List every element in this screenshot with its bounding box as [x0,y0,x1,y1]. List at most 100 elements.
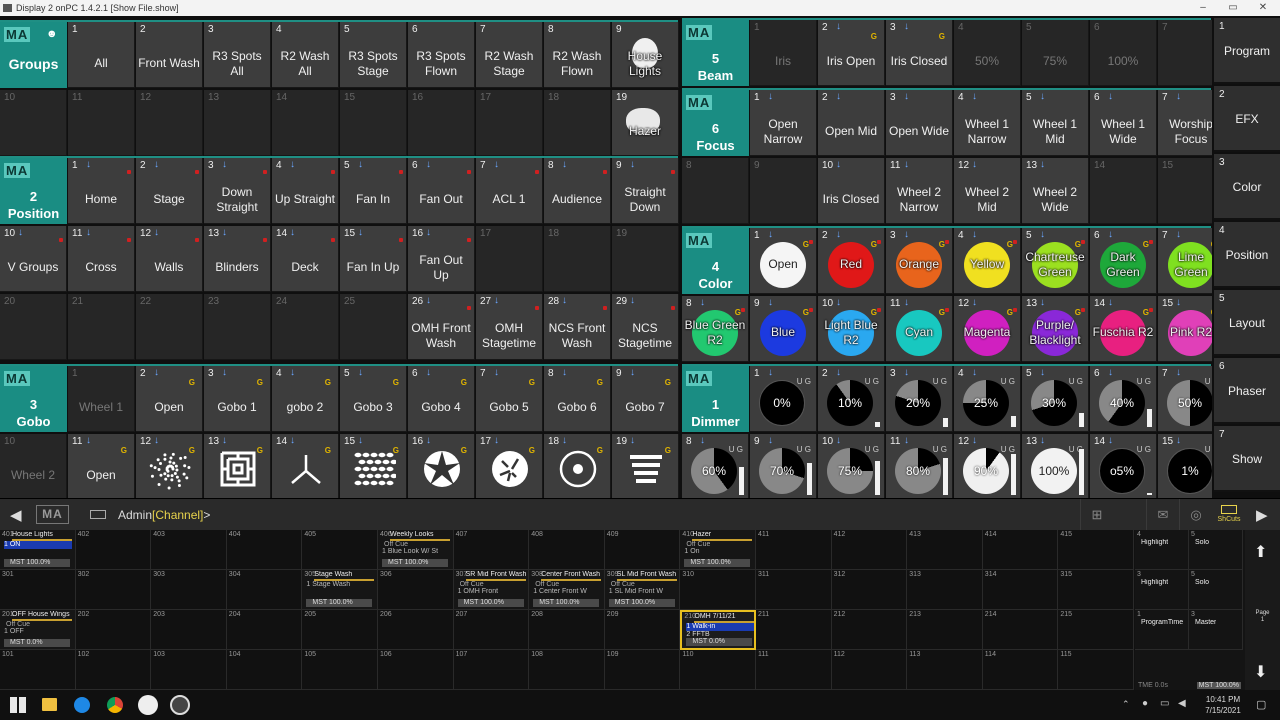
grandma-onpc-icon[interactable] [138,695,158,715]
executor-slot[interactable]: 107 [453,650,530,690]
executor-slot[interactable]: 207 [453,610,530,650]
pool-button[interactable]: 6 ↓ G Gobo 4 [408,366,475,432]
executor-slot[interactable]: 409 [604,530,681,570]
executor-slot[interactable]: 110 [680,650,756,690]
pool-button[interactable]: 9 ↓ U G 70% [750,434,817,500]
minimize-button[interactable]: – [1188,0,1218,16]
pool-header[interactable]: MA 2 Position [0,158,67,224]
pool-header[interactable]: MA ☻ Groups [0,22,67,88]
pool-button[interactable]: 19 [612,226,679,292]
pool-button[interactable]: 6 ↓ Fan Out [408,158,475,224]
pool-button[interactable]: 6 R3 Spots Flown [408,22,475,88]
executor-slot[interactable]: 313 [907,570,983,610]
view-button-show[interactable]: 7 Show [1214,426,1280,492]
executor-slot[interactable]: 306 [378,570,454,610]
executor-slot[interactable]: 310 [680,570,756,610]
view-button-program[interactable]: 1 Program [1214,18,1280,84]
ma-logo[interactable]: MA [36,505,69,524]
executor-slot[interactable]: 407 [453,530,530,570]
executor-slot[interactable]: 302 [75,570,152,610]
executor-slot[interactable]: 204 [226,610,303,650]
pool-button[interactable]: 25 [340,294,407,360]
pool-button[interactable]: 2 ↓ Stage [136,158,203,224]
executor-slot[interactable]: 408 [529,530,605,570]
pool-button[interactable]: 20 [0,294,67,360]
pool-button[interactable]: 17 ↓ G [476,434,543,500]
pool-button[interactable]: 3 ↓ G Orange [886,228,953,294]
tray-chevron-icon[interactable]: ⌃ [1122,699,1130,710]
pool-header[interactable]: MA 1 Dimmer [682,366,749,432]
pool-button[interactable]: 17 [476,226,543,292]
executor-slot[interactable]: 113 [907,650,983,690]
pool-button[interactable]: 2 Front Wash [136,22,203,88]
executor-slot[interactable]: 406 Weekly Looks Off Cue 1 Blue Look W/ St M… [378,530,454,570]
pool-button[interactable]: 1 ↓ Home [68,158,135,224]
pool-button[interactable]: 4 50% [954,20,1021,86]
view-button-position[interactable]: 4 Position [1214,222,1280,288]
pool-button[interactable]: 9 ↓ Straight Down [612,158,679,224]
pool-button[interactable]: 13 [204,90,271,156]
pool-button[interactable]: 10 Wheel 2 [0,434,67,500]
pool-button[interactable]: 12 ↓ G Magenta [954,296,1021,362]
shortcuts-button[interactable]: ShCuts [1213,501,1245,529]
pool-button[interactable]: 3 ↓ Down Straight [204,158,271,224]
special-executor[interactable]: 1 ProgramTime [1135,610,1189,650]
pool-button[interactable]: 6 ↓ G Dark Green [1090,228,1157,294]
pool-button[interactable]: 5 ↓ G Chartreuse Green [1022,228,1089,294]
close-button[interactable]: ✕ [1248,0,1278,16]
pool-button[interactable]: 10 ↓ U G 75% [818,434,885,500]
executor-slot[interactable]: 303 [151,570,227,610]
executor-slot[interactable]: 211 [756,610,832,650]
pool-button[interactable]: 7 ↓ G Gobo 5 [476,366,543,432]
pool-button[interactable]: 4 ↓ U G 25% [954,366,1021,432]
executor-slot[interactable]: 215 [1058,610,1134,650]
scroll-left-arrow-icon[interactable]: ◀ [10,506,22,524]
executor-slot[interactable]: 315 [1058,570,1134,610]
pool-button[interactable]: 19 Hazer [612,90,679,156]
network-tray-icon[interactable]: ▭ [1160,698,1169,709]
executor-slot[interactable]: 312 [831,570,908,610]
executor-slot[interactable]: 405 [302,530,378,570]
executor-slot[interactable]: 201 OFF House Wings Off Cue 1 OFF MST 0.0% [0,610,76,650]
pool-button[interactable]: 4 ↓ Up Straight [272,158,339,224]
pool-button[interactable]: 11 [68,90,135,156]
special-executor[interactable]: 3 Master [1189,610,1243,650]
pool-button[interactable]: 2 ↓ U G 10% [818,366,885,432]
maximize-button[interactable]: ▭ [1218,0,1248,16]
executor-slot[interactable]: 112 [831,650,908,690]
pool-button[interactable]: 8 ↓ G Blue Green R2 [682,296,749,362]
scroll-right-arrow-icon[interactable]: ▶ [1256,506,1268,524]
globe-icon[interactable]: ◎ [1179,499,1212,531]
pool-button[interactable]: 15 ↓ G [340,434,407,500]
executor-slot[interactable]: 109 [604,650,681,690]
pool-button[interactable]: 14 [272,90,339,156]
pool-button[interactable]: 7 R2 Wash Stage [476,22,543,88]
pool-button[interactable]: 3 ↓ G Gobo 1 [204,366,271,432]
pool-button[interactable]: 18 ↓ G [544,434,611,500]
pool-button[interactable]: 14 [1090,158,1157,224]
pool-button[interactable]: 3 ↓ Open Wide [886,90,953,156]
pool-button[interactable]: 7 ↓ ACL 1 [476,158,543,224]
pool-button[interactable]: 15 [340,90,407,156]
command-prompt[interactable]: Admin[Channel]> [118,508,210,522]
pool-button[interactable]: 17 [476,90,543,156]
pool-button[interactable]: 11 ↓ G Open [68,434,135,500]
executor-slot[interactable]: 415 [1058,530,1134,570]
executor-slot[interactable]: 202 [75,610,152,650]
pool-button[interactable]: 10 [0,90,67,156]
page-down-icon[interactable]: ⬇ [1254,662,1267,682]
pool-button[interactable]: 9 ↓ G Blue [750,296,817,362]
executor-slot[interactable]: 210 OMH 7/11/21 1 Walk-in 2 FFTB MST 0.0% [680,610,756,650]
special-executor[interactable]: 5 Solo [1189,570,1243,610]
pool-button[interactable]: 2 ↓ G Red [818,228,885,294]
executor-slot[interactable]: 206 [378,610,454,650]
pool-header[interactable]: MA 4 Color [682,228,749,294]
pool-button[interactable]: 4 ↓ G Yellow [954,228,1021,294]
pool-button[interactable]: 1 Iris [750,20,817,86]
executor-slot[interactable]: 414 [982,530,1059,570]
pool-button[interactable]: 13 ↓ Wheel 2 Wide [1022,158,1089,224]
pool-button[interactable]: 6 ↓ U G 40% [1090,366,1157,432]
pool-button[interactable]: 2 ↓ G Iris Open [818,20,885,86]
pool-button[interactable]: 1 ↓ U G 0% [750,366,817,432]
pool-button[interactable]: 2 ↓ G Open [136,366,203,432]
